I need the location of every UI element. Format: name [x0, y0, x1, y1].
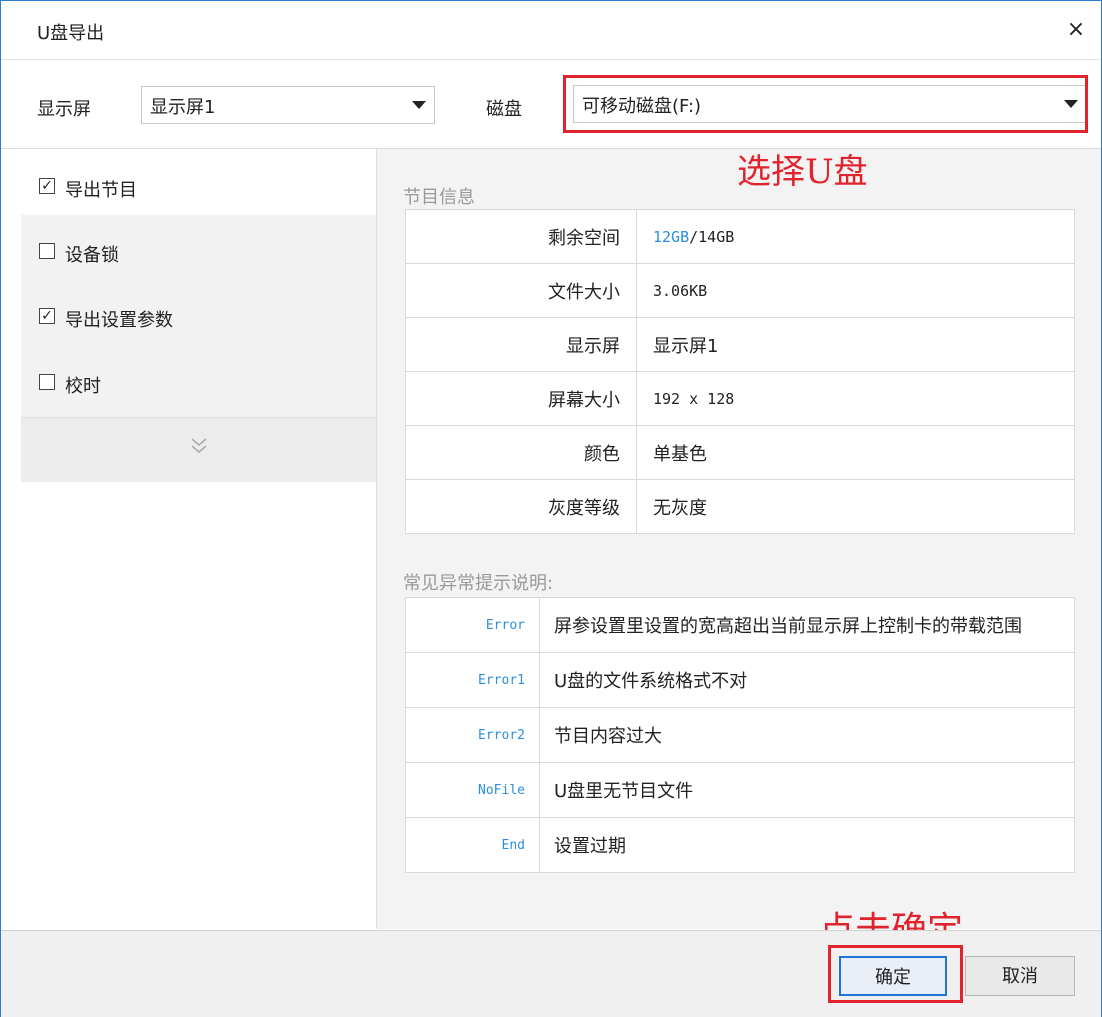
highlight-box-disk — [563, 75, 1088, 133]
table-row: End 设置过期 — [405, 817, 1075, 873]
display-label: 显示屏 — [37, 99, 91, 120]
table-row: Error1 U盘的文件系统格式不对 — [405, 652, 1075, 708]
info-key: 颜色 — [405, 425, 637, 480]
table-row: 灰度等级 无灰度 — [405, 479, 1075, 534]
info-key: 屏幕大小 — [405, 371, 637, 426]
display-select-value: 显示屏1 — [150, 97, 216, 118]
info-value: 无灰度 — [636, 479, 1075, 534]
dialog-title: U盘导出 — [37, 23, 105, 44]
error-desc: 设置过期 — [539, 817, 1075, 873]
table-row: Error2 节目内容过大 — [405, 707, 1075, 763]
error-desc: U盘里无节目文件 — [539, 762, 1075, 818]
table-row: 文件大小 3.06KB — [405, 263, 1075, 318]
expand-more-button[interactable] — [21, 417, 376, 482]
free-space-value: 12GB — [653, 227, 690, 246]
info-value: 3.06KB — [636, 263, 1075, 318]
errors-table: Error 屏参设置里设置的宽高超出当前显示屏上控制卡的带载范围 Error1 … — [405, 597, 1075, 873]
error-code: Error — [405, 597, 540, 653]
footer: 确定 取消 — [1, 930, 1101, 1017]
program-info-table: 剩余空间 12GB/14GB 文件大小 3.06KB 显示屏 显示屏1 屏幕大小… — [405, 209, 1075, 534]
double-chevron-down-icon — [191, 438, 207, 453]
error-code: NoFile — [405, 762, 540, 818]
error-desc: 节目内容过大 — [539, 707, 1075, 763]
cancel-button[interactable]: 取消 — [965, 956, 1075, 996]
info-value: 显示屏1 — [636, 317, 1075, 372]
table-row: 显示屏 显示屏1 — [405, 317, 1075, 372]
annotation-select-disk: 选择U盘 — [737, 152, 868, 192]
info-value: 12GB/14GB — [636, 209, 1075, 264]
ok-button[interactable]: 确定 — [839, 956, 947, 996]
info-panel: 节目信息 剩余空间 12GB/14GB 文件大小 3.06KB 显示屏 显示屏1… — [377, 149, 1101, 929]
error-desc: 屏参设置里设置的宽高超出当前显示屏上控制卡的带载范围 — [539, 597, 1075, 653]
table-row: Error 屏参设置里设置的宽高超出当前显示屏上控制卡的带载范围 — [405, 597, 1075, 653]
program-info-title: 节目信息 — [403, 187, 475, 208]
checkbox-unchecked-icon[interactable] — [39, 374, 55, 390]
total-space-value: /14GB — [689, 227, 735, 246]
option-label: 设备锁 — [65, 245, 119, 266]
error-desc: U盘的文件系统格式不对 — [539, 652, 1075, 708]
table-row: NoFile U盘里无节目文件 — [405, 762, 1075, 818]
table-row: 剩余空间 12GB/14GB — [405, 209, 1075, 264]
info-value: 192 x 128 — [636, 371, 1075, 426]
disk-label: 磁盘 — [486, 99, 522, 120]
title-bar: U盘导出 × — [1, 1, 1101, 60]
display-select[interactable]: 显示屏1 — [141, 86, 435, 124]
info-key: 文件大小 — [405, 263, 637, 318]
table-row: 颜色 单基色 — [405, 425, 1075, 480]
checkbox-checked-icon[interactable]: ✓ — [39, 308, 55, 324]
info-key: 灰度等级 — [405, 479, 637, 534]
option-label: 导出节目 — [65, 180, 137, 201]
export-dialog: U盘导出 × 显示屏 显示屏1 磁盘 可移动磁盘(F:) ✓ 导出节目 设备锁 … — [0, 0, 1102, 1017]
options-panel: ✓ 导出节目 设备锁 ✓ 导出设置参数 校时 — [21, 149, 377, 929]
error-code: Error1 — [405, 652, 540, 708]
close-icon[interactable]: × — [1059, 13, 1093, 47]
option-label: 导出设置参数 — [65, 310, 173, 331]
table-row: 屏幕大小 192 x 128 — [405, 371, 1075, 426]
toolbar: 显示屏 显示屏1 磁盘 可移动磁盘(F:) — [1, 60, 1101, 149]
error-code: End — [405, 817, 540, 873]
info-value: 单基色 — [636, 425, 1075, 480]
error-code: Error2 — [405, 707, 540, 763]
errors-title: 常见异常提示说明: — [403, 573, 554, 594]
info-key: 剩余空间 — [405, 209, 637, 264]
info-key: 显示屏 — [405, 317, 637, 372]
option-label: 校时 — [65, 376, 101, 397]
checkbox-unchecked-icon[interactable] — [39, 243, 55, 259]
dropdown-arrow-icon — [412, 101, 426, 109]
checkbox-checked-icon[interactable]: ✓ — [39, 178, 55, 194]
